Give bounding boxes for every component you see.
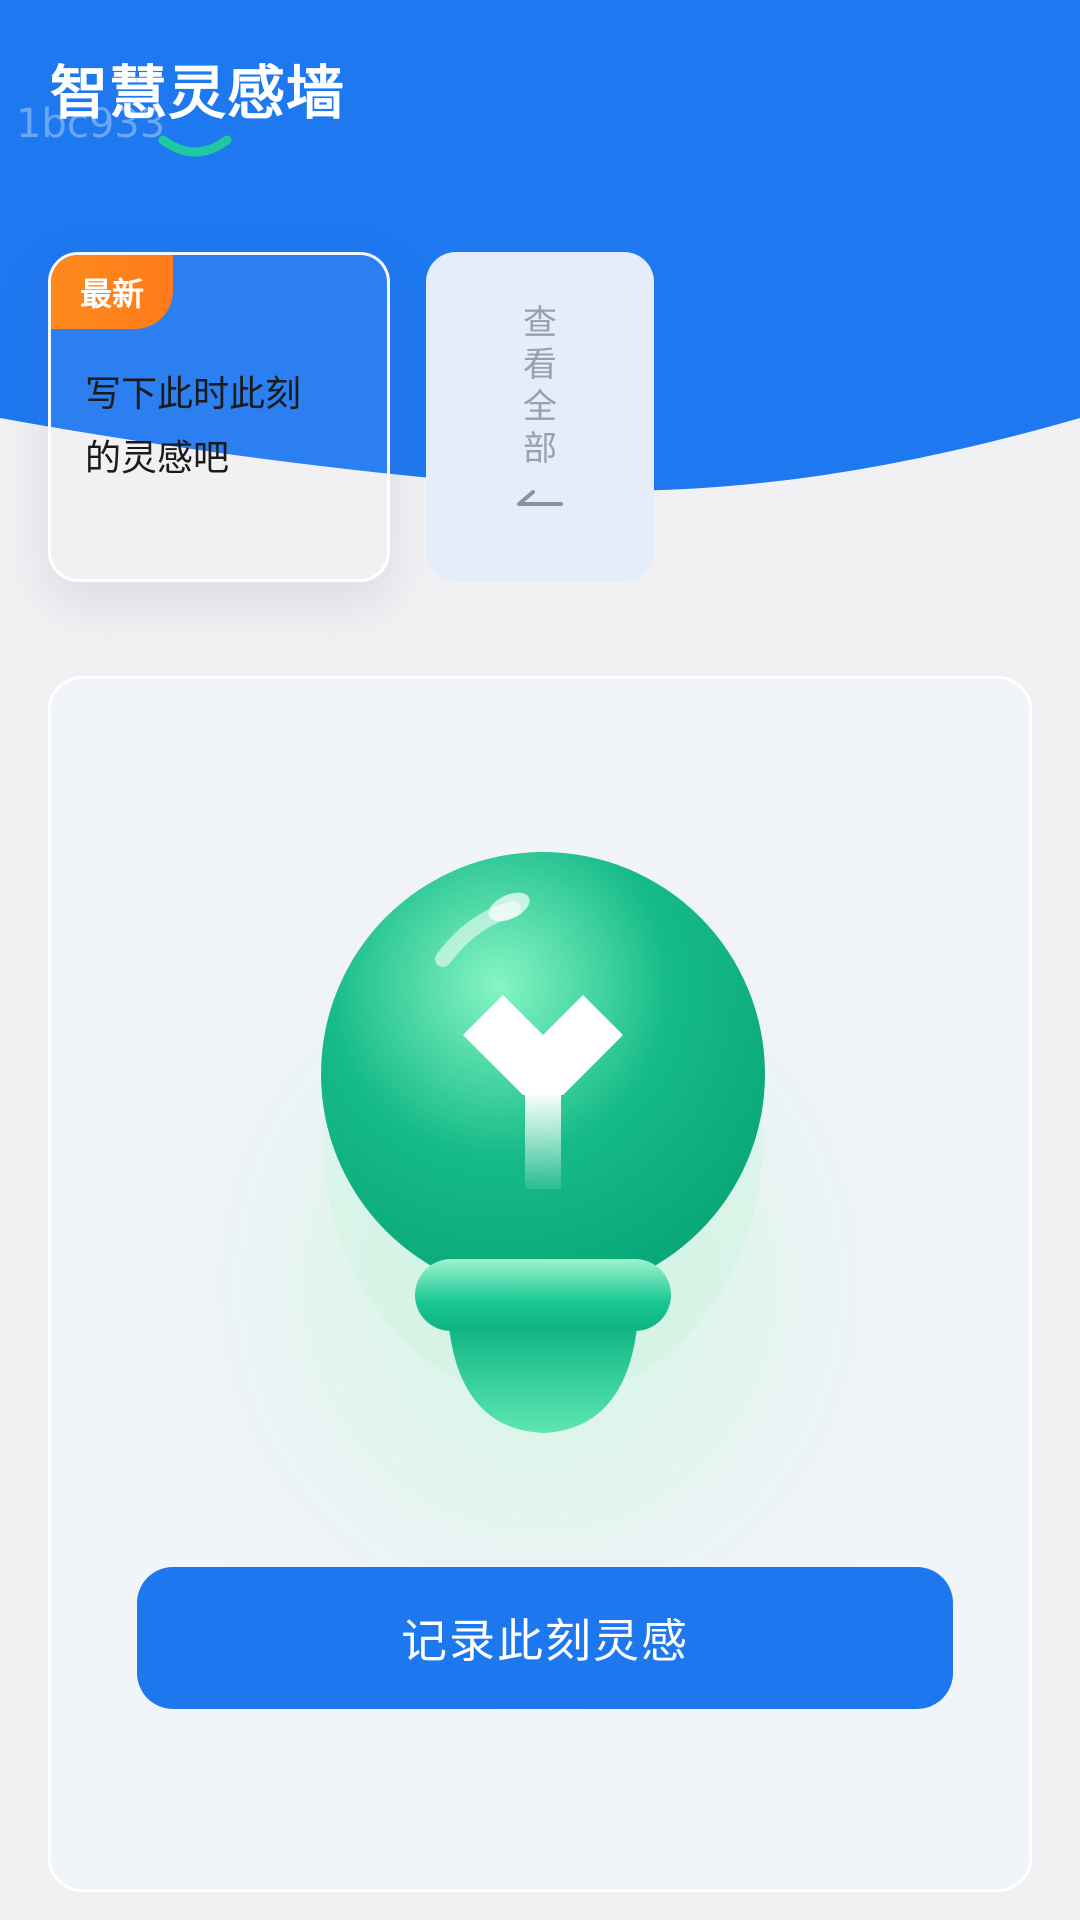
app-screen: 1bc933 智慧灵感墙 最新 写下此时此刻 的灵感吧 查看全部 记录此刻灵感 [0, 0, 1080, 1920]
latest-prompt-text: 写下此时此刻 的灵感吧 [85, 363, 345, 491]
new-badge: 最新 [51, 255, 173, 329]
latest-prompt-line-1: 写下此时此刻 [85, 374, 302, 415]
smile-curve-icon [158, 135, 232, 157]
record-inspiration-button[interactable]: 记录此刻灵感 [137, 1567, 953, 1709]
page-title: 智慧灵感墙 [50, 59, 346, 127]
lightbulb-icon [321, 852, 765, 1433]
view-all-button[interactable]: 查看全部 [426, 252, 654, 582]
title-group: 智慧灵感墙 [50, 58, 346, 157]
arrow-left-icon [517, 490, 563, 506]
view-all-label: 查看全部 [523, 303, 557, 469]
main-card: 记录此刻灵感 [48, 676, 1032, 1892]
latest-inspiration-card[interactable]: 最新 写下此时此刻 的灵感吧 [48, 252, 390, 582]
latest-prompt-line-2: 的灵感吧 [85, 438, 230, 479]
